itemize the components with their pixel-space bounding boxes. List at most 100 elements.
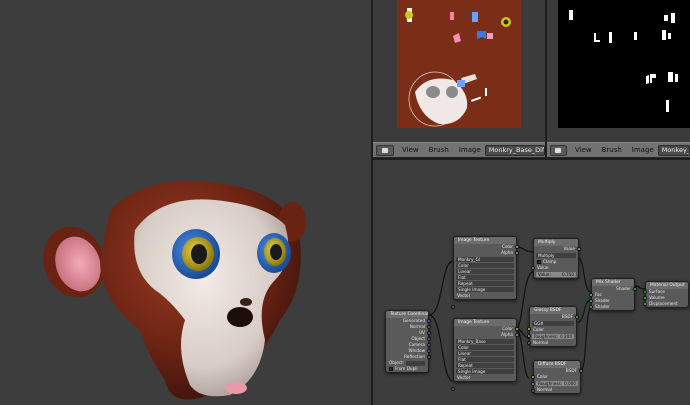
input-socket[interactable] <box>531 382 535 386</box>
menu-view[interactable]: View <box>575 146 592 154</box>
socket-label-displacement: Displacement <box>649 301 678 306</box>
socket-label-alpha: Alpha <box>501 250 513 255</box>
menu-brush[interactable]: Brush <box>602 146 622 154</box>
output-socket[interactable] <box>427 319 431 323</box>
socket-label-normal: Normal <box>537 387 553 392</box>
output-socket[interactable] <box>427 337 431 341</box>
projection-select[interactable]: Flat <box>456 275 514 280</box>
glossy-mask-image <box>558 0 690 128</box>
math-operation-select[interactable]: Multiply <box>536 253 576 258</box>
clamp-checkbox[interactable] <box>537 260 541 264</box>
output-socket[interactable] <box>515 245 519 249</box>
from-dupli-checkbox[interactable] <box>389 367 393 371</box>
projection-select[interactable]: Flat <box>456 357 514 362</box>
interpolation-select[interactable]: Linear <box>456 269 514 274</box>
node-title: Multiply <box>534 239 578 246</box>
output-socket[interactable] <box>427 343 431 347</box>
output-socket[interactable] <box>427 331 431 335</box>
node-title: Diffuse BSDF <box>534 361 580 368</box>
input-socket[interactable] <box>589 293 593 297</box>
input-socket[interactable] <box>527 327 531 331</box>
socket-label-alpha: Alpha <box>501 332 513 337</box>
image-name-field[interactable]: Monkey_Gla <box>657 144 690 156</box>
source-select[interactable]: Single Image <box>456 287 514 292</box>
object-field[interactable] <box>406 360 425 366</box>
menu-view[interactable]: View <box>402 146 419 154</box>
input-socket[interactable] <box>531 389 535 393</box>
output-socket[interactable] <box>575 315 579 319</box>
node-material-output[interactable]: Material Output Surface Volume Displacem… <box>643 281 689 308</box>
image-editor-icon <box>555 147 562 153</box>
node-title: Texture Coordinate <box>386 311 428 318</box>
editor-type-button[interactable] <box>376 144 394 156</box>
input-socket[interactable] <box>451 305 455 309</box>
interpolation-select[interactable]: Linear <box>456 351 514 356</box>
input-socket[interactable] <box>451 387 455 391</box>
editor-type-button[interactable] <box>550 144 567 156</box>
value-field-number: 0.750 <box>562 272 574 277</box>
image-name-field[interactable]: Monkry_Base_Diffuse <box>484 144 545 156</box>
socket-label-color: Color <box>537 374 548 379</box>
color-space-select[interactable]: Color <box>456 345 514 350</box>
output-socket[interactable] <box>577 247 581 251</box>
source-select[interactable]: Single Image <box>456 369 514 374</box>
socket-label-shader: Shader <box>595 304 610 309</box>
input-socket[interactable] <box>589 305 593 309</box>
input-socket[interactable] <box>643 290 647 294</box>
socket-label-color: Color <box>533 327 544 332</box>
socket-label-vector: Vector <box>457 293 471 298</box>
monkey-render <box>43 180 306 400</box>
image-editor-header-right: View Brush Image Monkey_Gla <box>547 142 690 158</box>
node-image-texture-2[interactable]: Image Texture Color Alpha Monkry_Base Co… <box>451 318 519 391</box>
roughness-label: Roughness: <box>538 381 563 386</box>
diffuse-texture-image <box>397 0 521 128</box>
input-socket[interactable] <box>643 296 647 300</box>
extension-select[interactable]: Repeat <box>456 281 514 286</box>
output-socket[interactable] <box>427 355 431 359</box>
distribution-select[interactable]: GGX <box>532 321 574 326</box>
output-socket[interactable] <box>427 325 431 329</box>
output-socket[interactable] <box>633 287 637 291</box>
socket-label-vector: Vector <box>457 375 471 380</box>
roughness-value: 0.000 <box>564 381 576 386</box>
node-title: Image Texture <box>454 319 516 326</box>
output-socket[interactable] <box>515 251 519 255</box>
output-socket[interactable] <box>515 327 519 331</box>
color-space-select[interactable]: Color <box>456 263 514 268</box>
menu-image[interactable]: Image <box>459 146 481 154</box>
node-texture-coordinate[interactable]: Texture Coordinate Generated Normal UV O… <box>385 310 431 373</box>
menu-brush[interactable]: Brush <box>429 146 449 154</box>
node-diffuse-bsdf[interactable]: Diffuse BSDF BSDF Color Roughness: 0.000… <box>531 360 583 394</box>
input-socket[interactable] <box>527 334 531 338</box>
image-selector[interactable]: Monkry_Gl <box>456 257 514 262</box>
input-socket[interactable] <box>527 341 531 345</box>
socket-label-value: Value <box>563 246 576 251</box>
roughness-label: Roughness: <box>534 334 559 339</box>
extension-select[interactable]: Repeat <box>456 363 514 368</box>
output-socket[interactable] <box>515 333 519 337</box>
image-editor-glossy[interactable] <box>547 0 690 142</box>
node-mix-shader[interactable]: Mix Shader Shader Fac Shader Shader <box>589 278 637 311</box>
input-socket[interactable] <box>531 266 535 270</box>
roughness-field[interactable]: Roughness: 0.200 <box>532 334 574 339</box>
menu-image[interactable]: Image <box>632 146 654 154</box>
socket-label-value: Value <box>537 265 549 270</box>
node-image-texture-1[interactable]: Image Texture Color Alpha Monkry_Gl Colo… <box>451 236 519 309</box>
roughness-value: 0.200 <box>560 334 572 339</box>
input-socket[interactable] <box>531 375 535 379</box>
output-socket[interactable] <box>579 369 583 373</box>
output-socket[interactable] <box>427 349 431 353</box>
node-glossy-bsdf[interactable]: Glossy BSDF BSDF GGX Color Roughness: 0.… <box>527 306 579 347</box>
value-field[interactable]: Value: 0.750 <box>536 272 576 277</box>
input-socket[interactable] <box>589 299 593 303</box>
node-title: Glossy BSDF <box>530 307 576 314</box>
node-editor[interactable]: Image Texture Color Alpha Monkry_Gl Colo… <box>373 160 690 405</box>
roughness-field[interactable]: Roughness: 0.000 <box>536 381 578 386</box>
image-editor-icon <box>382 147 388 153</box>
image-selector[interactable]: Monkry_Base <box>456 339 514 344</box>
input-socket[interactable] <box>643 302 647 306</box>
value-field-label: Value: <box>538 272 551 277</box>
node-multiply[interactable]: Multiply Value Multiply Clamp Value Valu… <box>531 238 581 279</box>
3d-viewport[interactable] <box>0 0 371 405</box>
image-editor-diffuse[interactable] <box>373 0 545 142</box>
